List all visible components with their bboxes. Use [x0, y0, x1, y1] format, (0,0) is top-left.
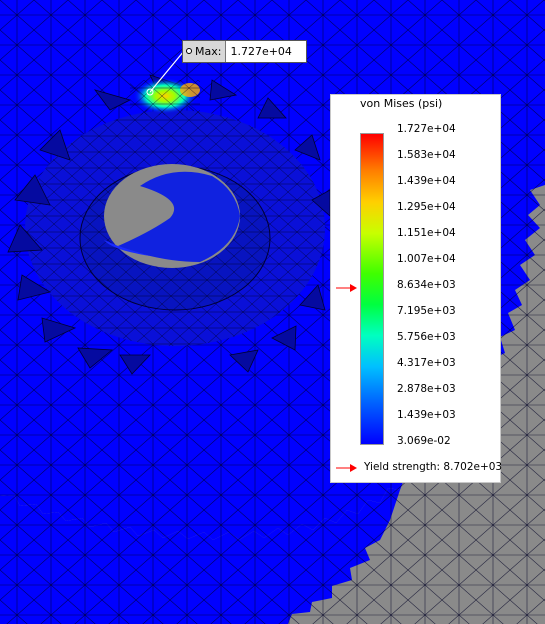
probe-label: Max: [183, 41, 227, 62]
legend-color-bar [360, 133, 384, 445]
legend-title: von Mises (psi) [360, 97, 443, 110]
legend-tick: 3.069e-02 [397, 435, 451, 447]
max-value-probe[interactable]: Max: 1.727e+04 [182, 40, 307, 63]
legend-tick: 8.634e+03 [397, 279, 456, 291]
legend-tick: 1.439e+03 [397, 409, 456, 421]
probe-value: 1.727e+04 [230, 45, 292, 58]
legend-tick: 7.195e+03 [397, 305, 456, 317]
legend-tick: 1.583e+04 [397, 149, 456, 161]
yield-marker-arrow-icon [336, 284, 357, 292]
legend-tick: 1.439e+04 [397, 175, 456, 187]
yield-strength-label: Yield strength: 8.702e+03 [364, 461, 503, 473]
legend-tick: 5.756e+03 [397, 331, 456, 343]
stress-legend[interactable]: von Mises (psi) 1.727e+04 1.583e+04 1.43… [330, 94, 503, 483]
legend-tick: 4.317e+03 [397, 357, 456, 369]
yield-legend-arrow-icon [336, 464, 357, 472]
legend-tick: 2.878e+03 [397, 383, 456, 395]
legend-tick: 1.295e+04 [397, 201, 456, 213]
legend-tick: 1.007e+04 [397, 253, 456, 265]
legend-tick: 1.151e+04 [397, 227, 456, 239]
legend-tick: 1.727e+04 [397, 123, 456, 135]
